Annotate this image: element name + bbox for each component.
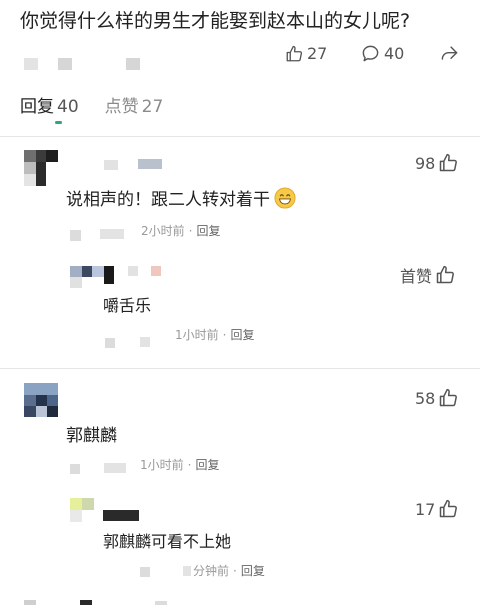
reply-like-button[interactable]: 首赞 [400, 263, 455, 287]
tabs-divider [0, 136, 480, 137]
reply-meta: 分钟前 · 回复 [193, 564, 265, 578]
reply-text: 郭麒麟可看不上她 [103, 532, 232, 551]
comment-text: 郭麒麟 [66, 426, 117, 446]
meta-placeholder-5 [70, 464, 80, 474]
reply-like-count: 17 [415, 499, 436, 519]
comment-like-button[interactable]: 98 [415, 153, 458, 173]
tab-active-indicator [55, 121, 62, 124]
reply-like-button[interactable]: 17 [415, 499, 458, 519]
next-comment-badge [155, 601, 167, 605]
next-comment-username [80, 600, 92, 605]
reply-avatar[interactable] [70, 498, 94, 522]
comment-time: 1小时前 [140, 458, 184, 472]
reply-text: 嚼舌乐 [103, 296, 152, 315]
post-share-button[interactable] [440, 44, 459, 63]
reply-user-badge [151, 266, 161, 276]
comment-like-count: 58 [415, 388, 436, 408]
tab-replies-label: 回复 [20, 97, 54, 117]
speech-bubble-icon [362, 45, 379, 62]
meta-placeholder-8 [183, 566, 191, 576]
post-author-meta-2 [126, 58, 140, 70]
comment-meta: 1小时前 · 回复 [140, 458, 220, 472]
post-author-meta [58, 58, 72, 70]
post-comment-count: 40 [384, 44, 405, 63]
meta-placeholder-2 [100, 229, 124, 239]
post-like-stat[interactable]: 27 [285, 44, 327, 63]
comment-meta: 2小时前 · 回复 [141, 224, 221, 238]
grinning-face-icon [274, 187, 296, 209]
tab-likes-label: 点赞 [104, 97, 139, 117]
post-like-count: 27 [307, 44, 328, 63]
thumbs-up-icon [440, 153, 458, 172]
thumbs-up-icon [436, 265, 454, 284]
comment-text: 说相声的！跟二人转对着干 [66, 185, 296, 210]
tab-replies[interactable]: 回复 40 [20, 92, 79, 117]
tab-replies-count: 40 [57, 97, 79, 117]
meta-placeholder-6 [104, 463, 126, 473]
avatar[interactable] [24, 383, 58, 417]
comment-like-button[interactable]: 58 [415, 388, 458, 408]
reply-like-count: 首赞 [400, 267, 433, 286]
avatar[interactable] [24, 150, 58, 186]
meta-placeholder-4 [140, 337, 150, 347]
user-badge [138, 159, 162, 169]
meta-placeholder-3 [105, 338, 115, 348]
reply-time: 分钟前 [193, 564, 230, 578]
comment-body: 说相声的！跟二人转对着干 [66, 190, 270, 210]
tab-likes[interactable]: 点赞 27 [105, 92, 164, 117]
reply-button[interactable]: 回复 [241, 564, 265, 578]
username[interactable] [104, 160, 118, 170]
post-title: 你觉得什么样的男生才能娶到赵本山的女儿呢? [20, 10, 411, 32]
thumbs-up-icon [440, 499, 458, 518]
tab-likes-count: 27 [141, 97, 164, 117]
reply-avatar[interactable] [70, 266, 118, 288]
post-author-avatar[interactable] [24, 58, 38, 70]
reply-username[interactable] [103, 510, 139, 521]
thumbs-up-icon [440, 388, 458, 407]
reply-button[interactable]: 回复 [196, 224, 220, 238]
reply-button[interactable]: 回复 [195, 458, 219, 472]
share-arrow-icon [441, 46, 458, 60]
meta-placeholder-7 [140, 567, 150, 577]
comment-divider [0, 368, 480, 369]
reply-time: 1小时前 [175, 328, 219, 342]
comment-tabs: 回复 40 点赞 27 [20, 92, 163, 117]
thumbs-up-icon [286, 45, 303, 61]
comment-time: 2小时前 [141, 224, 185, 238]
reply-meta: 1小时前 · 回复 [175, 328, 255, 342]
reply-username[interactable] [128, 266, 138, 276]
comment-like-count: 98 [415, 153, 436, 173]
next-comment-avatar[interactable] [24, 600, 36, 605]
reply-button[interactable]: 回复 [230, 328, 254, 342]
post-comment-stat[interactable]: 40 [361, 44, 404, 63]
meta-placeholder [70, 230, 81, 241]
